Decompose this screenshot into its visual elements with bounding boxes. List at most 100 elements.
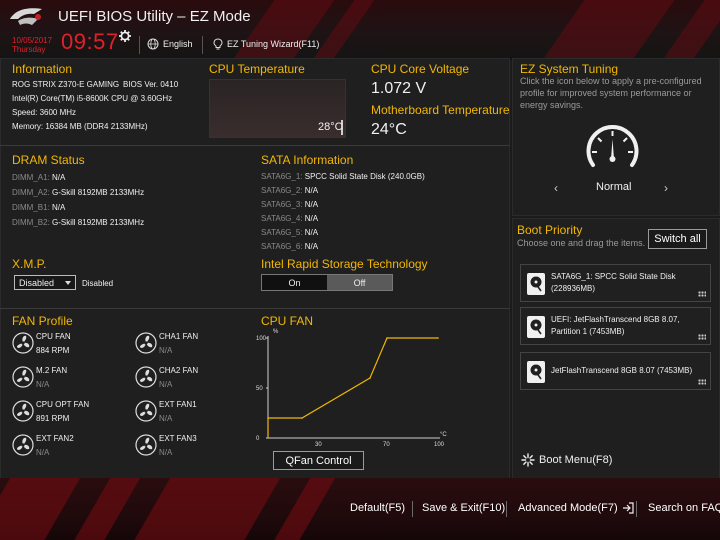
information-title: Information	[12, 62, 73, 76]
xmp-status: Disabled	[82, 279, 114, 288]
drag-handle-icon[interactable]	[698, 291, 706, 297]
rst-title: Intel Rapid Storage Technology	[261, 257, 428, 271]
sata-port: SATA6G_5: N/A	[261, 228, 319, 237]
fan-icon	[12, 434, 34, 456]
fan-speed: N/A	[159, 380, 173, 389]
profile-next-button[interactable]: ›	[664, 181, 668, 195]
switch-all-button[interactable]: Switch all	[648, 229, 707, 249]
fan-speed: 884 RPM	[36, 346, 70, 355]
fan-profile-title: FAN Profile	[12, 314, 73, 328]
ez-system-tuning-title: EZ System Tuning	[520, 62, 619, 76]
page-title: UEFI BIOS Utility – EZ Mode	[58, 8, 251, 25]
fan-icon	[135, 366, 157, 388]
board-name: ROG STRIX Z370-E GAMING	[12, 80, 120, 89]
rst-on-option[interactable]: On	[262, 275, 327, 290]
ez-tuning-wizard-button[interactable]: EZ Tuning Wizard(F11)	[213, 38, 319, 50]
hard-drive-icon	[527, 273, 545, 295]
fan-icon	[135, 400, 157, 422]
ez-system-tuning-description: Click the icon below to apply a pre-conf…	[520, 76, 702, 110]
search-faq-button[interactable]: Search on FAQ	[648, 502, 720, 514]
fan-icon	[12, 366, 34, 388]
fan-speed: N/A	[159, 448, 173, 457]
default-button[interactable]: Default(F5)	[350, 502, 405, 514]
cpu-temperature-value: 28°C	[318, 121, 343, 133]
rst-toggle[interactable]: On Off	[261, 274, 393, 291]
sata-port: SATA6G_1: SPCC Solid State Disk (240.0GB…	[261, 172, 425, 181]
fan-speed: N/A	[159, 414, 173, 423]
xmp-select[interactable]: Disabled	[14, 275, 76, 290]
day-text: Thursday	[12, 45, 46, 54]
fan-icon	[12, 332, 34, 354]
boot-menu-label: Boot Menu(F8)	[539, 454, 613, 466]
dram-slot: DIMM_B2: G-Skill 8192MB 2133MHz	[12, 218, 145, 227]
profile-prev-button[interactable]: ‹	[554, 181, 558, 195]
fan-speed: N/A	[159, 346, 173, 355]
sata-port: SATA6G_3: N/A	[261, 200, 319, 209]
fan-name: EXT FAN1	[159, 400, 197, 409]
drag-handle-icon[interactable]	[698, 334, 706, 340]
dram-slot: DIMM_A2: G-Skill 8192MB 2133MHz	[12, 188, 145, 197]
lightbulb-icon	[213, 38, 223, 50]
clock-time[interactable]: 09:57	[61, 29, 119, 55]
fan-icon	[12, 400, 34, 422]
boot-priority-panel	[512, 218, 720, 482]
fan-name: CPU OPT FAN	[36, 400, 90, 409]
fan-curve-point	[369, 377, 371, 379]
date-text: 10/05/2017	[12, 36, 53, 45]
boot-priority-title: Boot Priority	[517, 223, 583, 237]
speedometer-icon[interactable]	[585, 121, 640, 169]
save-exit-button[interactable]: Save & Exit(F10)	[422, 502, 505, 514]
chevron-down-icon	[65, 280, 71, 285]
cpu-fan-curve-chart[interactable]: % °C 100 50 0 30 70 100	[254, 326, 454, 448]
boot-item-label: JetFlashTranscend 8GB 8.07 (7453MB)	[551, 366, 693, 375]
dram-list: DIMM_A1: N/A DIMM_A2: G-Skill 8192MB 213…	[12, 170, 144, 230]
boot-item[interactable]: SATA6G_1: SPCC Solid State Disk (228936M…	[520, 264, 711, 302]
bios-version: BIOS Ver. 0410	[123, 80, 179, 89]
rog-logo-icon	[10, 8, 42, 25]
cpu-temperature-title: CPU Temperature	[209, 62, 305, 76]
boot-item-detail: (228936MB)	[551, 284, 596, 293]
y-tick-label: 100	[256, 336, 267, 342]
globe-icon	[147, 38, 159, 50]
cpu-voltage-title: CPU Core Voltage	[371, 62, 470, 76]
footer-divider	[636, 501, 637, 517]
sata-port: SATA6G_4: N/A	[261, 214, 319, 223]
sata-port: SATA6G_2: N/A	[261, 186, 319, 195]
boot-item[interactable]: UEFI: JetFlashTranscend 8GB 8.07, Partit…	[520, 307, 711, 345]
dram-status-title: DRAM Status	[12, 153, 85, 167]
fan-curve-point	[386, 337, 388, 339]
boot-menu-button[interactable]: Boot Menu(F8)	[521, 453, 612, 467]
boot-item-detail: Partition 1 (7453MB)	[551, 327, 625, 336]
footer-divider	[506, 501, 507, 517]
dram-slot: DIMM_A1: N/A	[12, 173, 66, 182]
boot-item[interactable]: JetFlashTranscend 8GB 8.07 (7453MB)	[520, 352, 711, 390]
xmp-select-value: Disabled	[19, 277, 55, 288]
gear-icon[interactable]	[119, 30, 131, 42]
motherboard-temperature-value: 24°C	[371, 121, 407, 138]
cpu-speed: Speed: 3600 MHz	[12, 108, 77, 117]
xmp-title: X.M.P.	[12, 257, 47, 271]
fan-speed: 891 RPM	[36, 414, 70, 423]
fan-name: M.2 FAN	[36, 366, 68, 375]
fan-name: CPU FAN	[36, 332, 71, 341]
ez-tuning-wizard-label: EZ Tuning Wizard(F11)	[227, 39, 320, 49]
language-button[interactable]: English	[147, 38, 193, 50]
fan-name: EXT FAN3	[159, 434, 197, 443]
sata-port: SATA6G_6: N/A	[261, 242, 319, 251]
fan-name: CHA1 FAN	[159, 332, 199, 341]
x-unit-label: °C	[440, 432, 447, 438]
header-divider	[202, 36, 203, 54]
drag-handle-icon[interactable]	[698, 379, 706, 385]
fan-icon	[135, 332, 157, 354]
sata-info-title: SATA Information	[261, 153, 354, 167]
fan-icon	[135, 434, 157, 456]
advanced-mode-button[interactable]: Advanced Mode(F7)	[518, 502, 634, 514]
section-divider	[0, 145, 510, 146]
rst-off-option[interactable]: Off	[327, 275, 392, 290]
footer-divider	[412, 501, 413, 517]
x-tick-label: 30	[315, 442, 322, 448]
boot-priority-hint: Choose one and drag the items.	[517, 238, 646, 248]
qfan-control-button[interactable]: QFan Control	[273, 451, 364, 470]
tuning-profile-name: Normal	[596, 181, 632, 193]
fan-curve-point	[301, 417, 303, 419]
